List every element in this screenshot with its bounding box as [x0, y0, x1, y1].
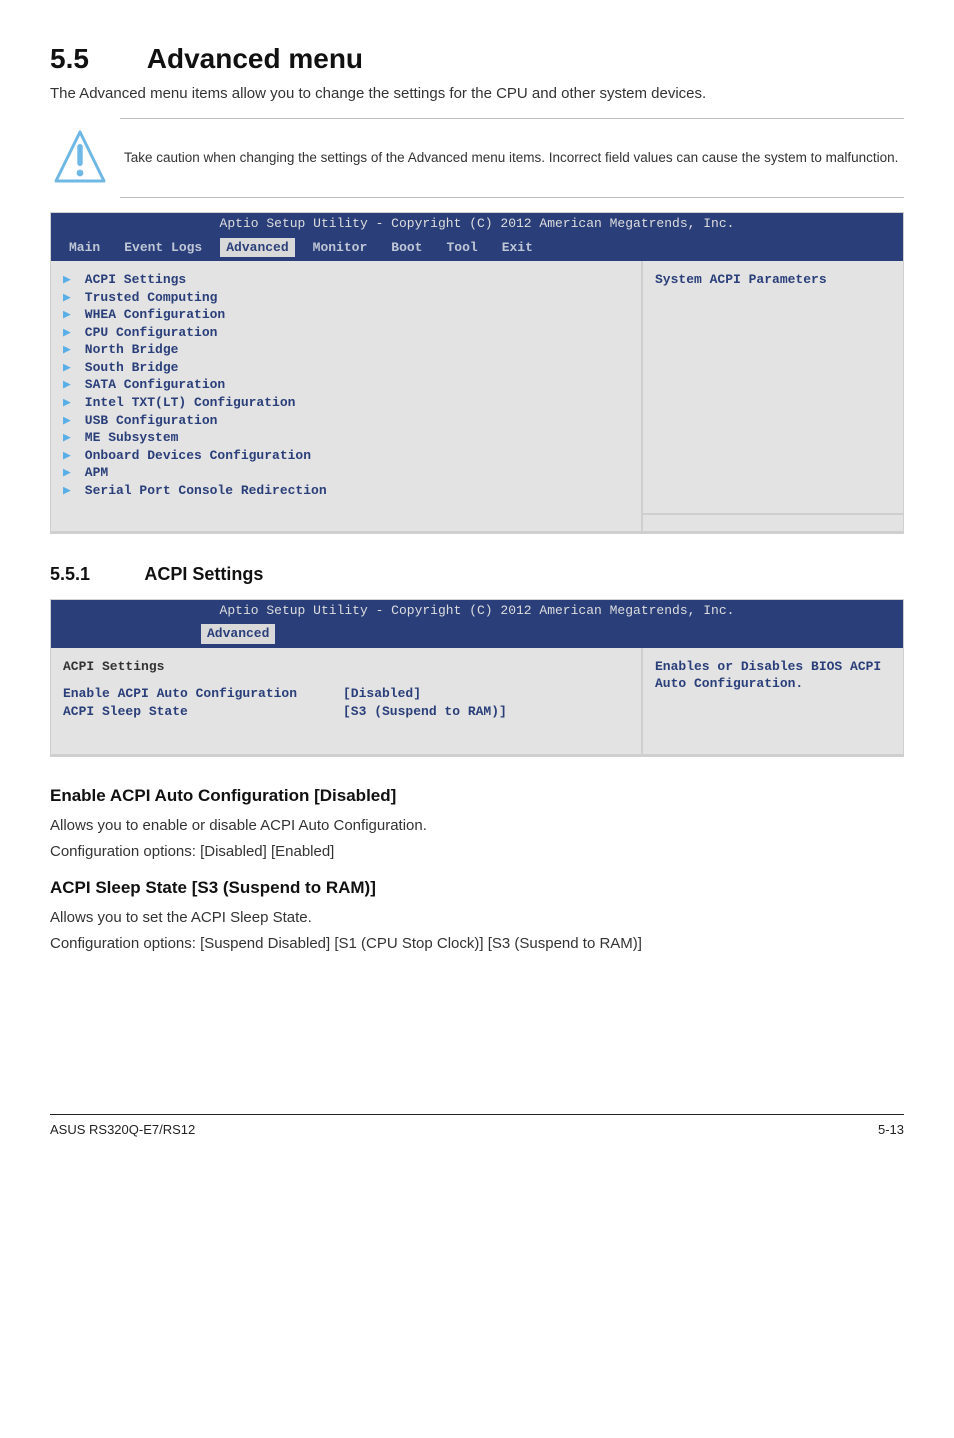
- setting-opts: Configuration options: [Suspend Disabled…: [50, 934, 904, 954]
- bios-menu-item-label: Trusted Computing: [77, 290, 217, 305]
- bios-setting-row[interactable]: Enable ACPI Auto Configuration[Disabled]: [63, 685, 629, 703]
- bios-menubar: Main Event Logs Advanced Monitor Boot Tool Exi…: [51, 235, 903, 262]
- footer-product: ASUS RS320Q-E7/RS12: [50, 1121, 195, 1139]
- bios-menu-item-label: WHEA Configuration: [77, 307, 225, 322]
- submenu-arrow-icon: ▶: [63, 482, 77, 500]
- bios-header: Aptio Setup Utility - Copyright (C) 2012…: [51, 213, 903, 235]
- bios-menu-item-label: CPU Configuration: [77, 325, 217, 340]
- bios-rows: Enable ACPI Auto Configuration[Disabled]…: [63, 685, 629, 720]
- bios-panel-acpi: Aptio Setup Utility - Copyright (C) 2012…: [50, 599, 904, 758]
- footer-page-number: 5-13: [878, 1121, 904, 1139]
- bios-menu-item[interactable]: ▶ WHEA Configuration: [63, 306, 629, 324]
- bios-setting-row[interactable]: ACPI Sleep State[S3 (Suspend to RAM)]: [63, 703, 629, 721]
- bios-menu-item-label: ME Subsystem: [77, 430, 178, 445]
- bios-menu-item-label: APM: [77, 465, 108, 480]
- submenu-arrow-icon: ▶: [63, 464, 77, 482]
- bios-menu-item[interactable]: ▶ Serial Port Console Redirection: [63, 482, 629, 500]
- bios-tab-tool[interactable]: Tool: [440, 238, 483, 258]
- submenu-arrow-icon: ▶: [63, 412, 77, 430]
- bios-menu-item[interactable]: ▶ APM: [63, 464, 629, 482]
- bios-tab-boot[interactable]: Boot: [385, 238, 428, 258]
- setting-opts: Configuration options: [Disabled] [Enabl…: [50, 842, 904, 862]
- bios-menu-item[interactable]: ▶ ACPI Settings: [63, 271, 629, 289]
- submenu-arrow-icon: ▶: [63, 429, 77, 447]
- bios-menu-item[interactable]: ▶ Onboard Devices Configuration: [63, 447, 629, 465]
- setting-desc: Allows you to set the ACPI Sleep State.: [50, 908, 904, 928]
- bios-menu-item-label: SATA Configuration: [77, 377, 225, 392]
- bios-help-text: Enables or Disables BIOS ACPI Auto Confi…: [655, 658, 891, 693]
- caution-text: Take caution when changing the settings …: [124, 149, 898, 167]
- bios-menu-item-label: Intel TXT(LT) Configuration: [77, 395, 295, 410]
- subsection-heading: 5.5.1 ACPI Settings: [50, 562, 904, 586]
- bios-setting-key: ACPI Sleep State: [63, 703, 343, 721]
- caution-callout: Take caution when changing the settings …: [120, 118, 904, 198]
- submenu-arrow-icon: ▶: [63, 289, 77, 307]
- bios-menu-item[interactable]: ▶ Intel TXT(LT) Configuration: [63, 394, 629, 412]
- bios-menu-item[interactable]: ▶ South Bridge: [63, 359, 629, 377]
- bios-menu-item-label: North Bridge: [77, 342, 178, 357]
- bios-panel-advanced: Aptio Setup Utility - Copyright (C) 2012…: [50, 212, 904, 534]
- bios-header: Aptio Setup Utility - Copyright (C) 2012…: [51, 600, 903, 622]
- bios-tab-main[interactable]: Main: [63, 238, 106, 258]
- submenu-arrow-icon: ▶: [63, 394, 77, 412]
- bios-setting-key: Enable ACPI Auto Configuration: [63, 685, 343, 703]
- submenu-arrow-icon: ▶: [63, 359, 77, 377]
- page-footer: ASUS RS320Q-E7/RS12 5-13: [50, 1114, 904, 1139]
- bios-tab-event-logs[interactable]: Event Logs: [118, 238, 208, 258]
- submenu-arrow-icon: ▶: [63, 306, 77, 324]
- bios-tab-advanced[interactable]: Advanced: [220, 238, 294, 258]
- bios-setting-value: [S3 (Suspend to RAM)]: [343, 703, 507, 721]
- bios-menu-item[interactable]: ▶ North Bridge: [63, 341, 629, 359]
- bios-menu-item[interactable]: ▶ SATA Configuration: [63, 376, 629, 394]
- subsection-number: 5.5.1: [50, 562, 140, 586]
- subsection-title: ACPI Settings: [144, 564, 263, 584]
- submenu-arrow-icon: ▶: [63, 271, 77, 289]
- bios-menu-item-label: South Bridge: [77, 360, 178, 375]
- bios-menu-item[interactable]: ▶ Trusted Computing: [63, 289, 629, 307]
- section-title-text: Advanced menu: [147, 43, 363, 74]
- setting-desc: Allows you to enable or disable ACPI Aut…: [50, 816, 904, 836]
- bios-menu-item-label: Serial Port Console Redirection: [77, 483, 327, 498]
- section-lead: The Advanced menu items allow you to cha…: [50, 84, 904, 104]
- setting-heading: Enable ACPI Auto Configuration [Disabled…: [50, 785, 904, 808]
- bios-menu-item-label: USB Configuration: [77, 413, 217, 428]
- bios-setting-value: [Disabled]: [343, 685, 421, 703]
- submenu-arrow-icon: ▶: [63, 376, 77, 394]
- submenu-arrow-icon: ▶: [63, 341, 77, 359]
- bios-tab-advanced[interactable]: Advanced: [201, 624, 275, 644]
- bios-menu-item[interactable]: ▶ CPU Configuration: [63, 324, 629, 342]
- bios-item-list: ▶ ACPI Settings▶ Trusted Computing▶ WHEA…: [63, 271, 629, 499]
- section-number: 5.5: [50, 40, 140, 78]
- bios-help-text: System ACPI Parameters: [655, 271, 891, 289]
- setting-heading: ACPI Sleep State [S3 (Suspend to RAM)]: [50, 877, 904, 900]
- caution-icon: [54, 129, 106, 187]
- bios-menu-item[interactable]: ▶ ME Subsystem: [63, 429, 629, 447]
- bios-tab-monitor[interactable]: Monitor: [307, 238, 374, 258]
- bios-tab-exit[interactable]: Exit: [496, 238, 539, 258]
- submenu-arrow-icon: ▶: [63, 324, 77, 342]
- bios-menu-item-label: ACPI Settings: [77, 272, 186, 287]
- bios-menu-item[interactable]: ▶ USB Configuration: [63, 412, 629, 430]
- bios-menu-item-label: Onboard Devices Configuration: [77, 448, 311, 463]
- section-heading: 5.5 Advanced menu: [50, 40, 904, 78]
- bios-menubar-single: Advanced: [51, 621, 903, 648]
- bios-section-title: ACPI Settings: [63, 658, 629, 676]
- submenu-arrow-icon: ▶: [63, 447, 77, 465]
